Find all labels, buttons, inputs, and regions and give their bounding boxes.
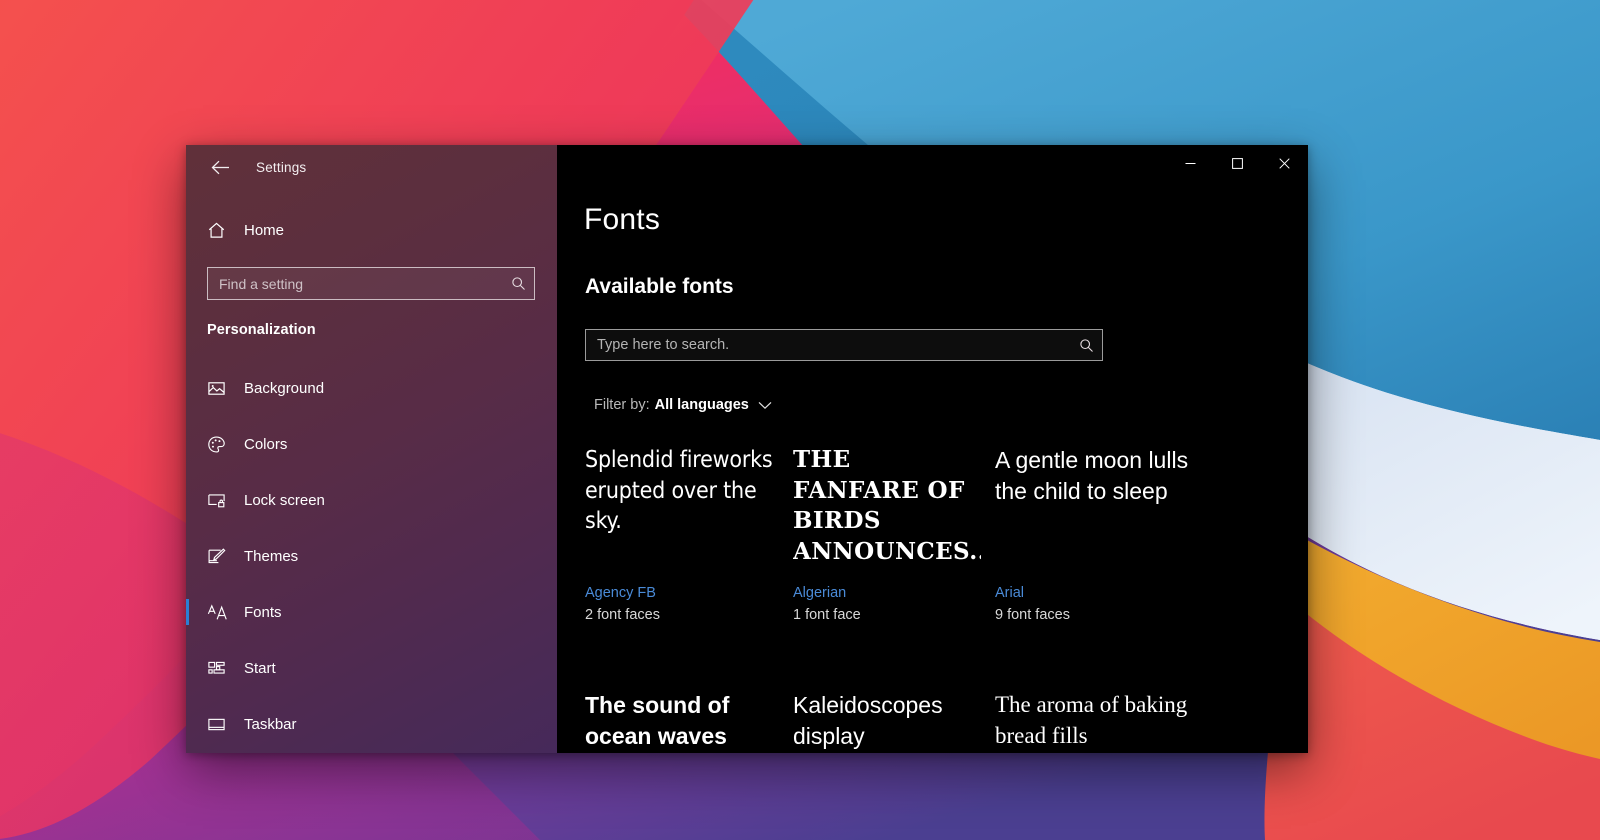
font-name[interactable]: Agency FB xyxy=(585,583,660,605)
font-preview-sample: The sound of ocean waves xyxy=(585,692,730,749)
desktop: Settings Home Find a setting Personaliza… xyxy=(0,0,1600,840)
sidebar-item-fonts[interactable]: Fonts xyxy=(186,584,557,640)
sidebar-item-background[interactable]: Background xyxy=(186,360,557,416)
search-icon[interactable] xyxy=(511,276,526,291)
font-card[interactable]: The fanfare of birds announces... Algeri… xyxy=(793,433,995,678)
font-card-meta: Algerian 1 font face xyxy=(793,583,861,627)
font-face-count: 1 font face xyxy=(793,606,861,623)
sidebar-titlebar: Settings xyxy=(186,145,557,189)
filter-by-label: Filter by: xyxy=(594,397,650,413)
sidebar-category-heading: Personalization xyxy=(207,322,316,338)
lock-screen-icon xyxy=(207,491,237,510)
sidebar-item-home-label: Home xyxy=(244,221,285,239)
font-card[interactable]: A gentle moon lulls the child to sleep A… xyxy=(995,433,1205,678)
image-icon xyxy=(207,379,237,398)
chevron-down-icon[interactable] xyxy=(758,401,772,410)
sidebar-item-lock-screen[interactable]: Lock screen xyxy=(186,472,557,528)
sidebar-item-taskbar[interactable]: Taskbar xyxy=(186,696,557,752)
filter-by-value: All languages xyxy=(654,397,749,413)
sidebar-item-taskbar-label: Taskbar xyxy=(244,715,297,733)
sidebar-item-lock-screen-label: Lock screen xyxy=(244,491,325,509)
sidebar-item-start[interactable]: Start xyxy=(186,640,557,696)
minimize-button[interactable] xyxy=(1167,145,1214,182)
font-name[interactable]: Algerian xyxy=(793,583,861,605)
font-face-count: 2 font faces xyxy=(585,606,660,623)
page-title: Fonts xyxy=(584,203,661,236)
filter-by-dropdown[interactable]: Filter by: All languages xyxy=(594,397,772,413)
selection-indicator xyxy=(186,599,189,625)
font-preview-sample: Splendid fireworks erupted over the sky. xyxy=(585,447,773,535)
brush-icon xyxy=(207,547,237,566)
maximize-button[interactable] xyxy=(1214,145,1261,182)
search-input[interactable] xyxy=(219,275,511,292)
font-card[interactable]: Kaleidoscopes display xyxy=(793,678,995,753)
back-arrow-icon[interactable] xyxy=(204,151,236,183)
find-a-setting-box[interactable] xyxy=(207,267,535,300)
font-card[interactable]: Splendid fireworks erupted over the sky.… xyxy=(585,433,793,678)
sidebar-item-themes-label: Themes xyxy=(244,547,299,565)
font-card-meta: Agency FB 2 font faces xyxy=(585,583,660,627)
window-controls xyxy=(1167,145,1308,182)
font-preview-sample: The fanfare of birds announces... xyxy=(793,446,981,565)
palette-icon xyxy=(207,435,237,454)
settings-window: Settings Home Find a setting Personaliza… xyxy=(186,145,1308,753)
fonts-search-input[interactable] xyxy=(597,337,1079,353)
settings-window-title: Settings xyxy=(256,159,307,175)
sidebar-item-home[interactable]: Home xyxy=(186,211,557,249)
search-icon[interactable] xyxy=(1079,338,1094,353)
font-preview-sample: A gentle moon lulls the child to sleep xyxy=(995,447,1189,504)
sidebar-item-themes[interactable]: Themes xyxy=(186,528,557,584)
sidebar-item-colors-label: Colors xyxy=(244,435,288,453)
available-fonts-heading: Available fonts xyxy=(585,275,734,298)
sidebar-item-fonts-label: Fonts xyxy=(244,603,282,621)
font-preview-sample: The aroma of baking bread fills xyxy=(995,692,1188,748)
font-card-meta: Arial 9 font faces xyxy=(995,583,1070,627)
sidebar-item-colors[interactable]: Colors xyxy=(186,416,557,472)
settings-sidebar: Settings Home Find a setting Personaliza… xyxy=(186,145,557,753)
fonts-search-box[interactable] xyxy=(585,329,1103,361)
font-size-icon xyxy=(207,603,237,622)
taskbar-icon xyxy=(207,715,237,734)
home-icon xyxy=(207,221,237,240)
font-card[interactable]: The aroma of baking bread fills xyxy=(995,678,1205,753)
font-face-count: 9 font faces xyxy=(995,606,1070,623)
sidebar-item-background-label: Background xyxy=(244,379,325,397)
close-button[interactable] xyxy=(1261,145,1308,182)
sidebar-nav-list: Background Colors Lock screen Themes Fon… xyxy=(186,360,557,752)
start-tiles-icon xyxy=(207,659,237,678)
font-name[interactable]: Arial xyxy=(995,583,1070,605)
fonts-grid: Splendid fireworks erupted over the sky.… xyxy=(585,433,1308,753)
font-card[interactable]: The sound of ocean waves xyxy=(585,678,793,753)
fonts-content-pane: Fonts Available fonts Filter by: All lan… xyxy=(557,145,1308,753)
sidebar-item-start-label: Start xyxy=(244,659,276,677)
font-preview-sample: Kaleidoscopes display xyxy=(793,692,943,749)
